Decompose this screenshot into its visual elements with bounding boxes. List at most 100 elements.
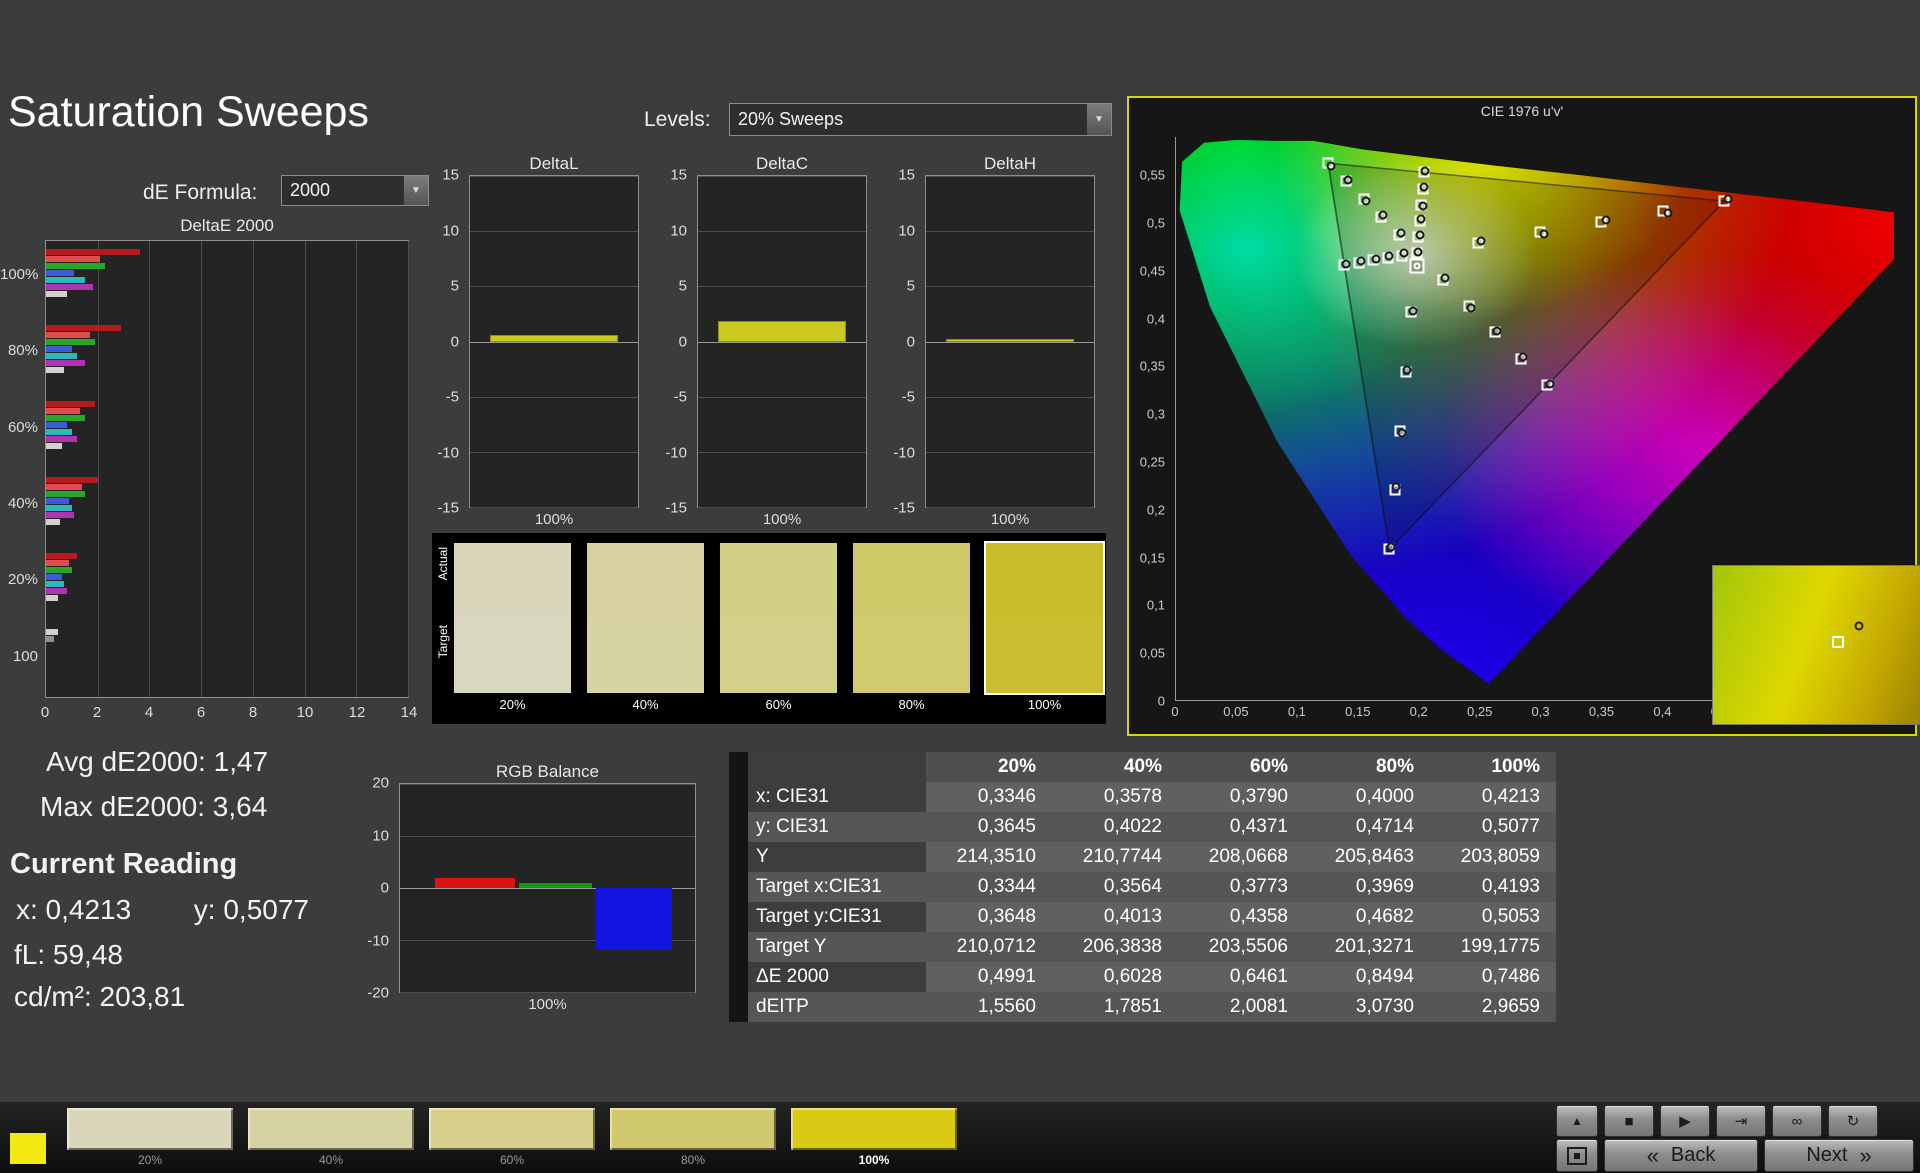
axis-tick: 5	[907, 278, 915, 295]
play-icon[interactable]: ▶	[1660, 1105, 1710, 1137]
actual-color	[720, 543, 837, 618]
deltae-bar	[46, 498, 69, 504]
deltae-group-axis: 100%80%60%40%20%100	[0, 240, 42, 698]
axis-tick: 0,25	[1467, 704, 1492, 719]
loop-icon[interactable]: ∞	[1772, 1105, 1822, 1137]
deltae-bar	[46, 512, 74, 518]
actual-color	[587, 543, 704, 618]
avg-de2000: Avg dE2000: 1,47	[46, 746, 268, 778]
level-item-20%: 20%	[67, 1108, 233, 1167]
deltac-chart: DeltaC 151050-5-10-15 100%	[697, 152, 867, 528]
axis-tick: 10	[898, 222, 915, 239]
deltae-bar	[46, 443, 62, 449]
cie-y-axis: 00,050,10,150,20,250,30,350,40,450,50,55	[1129, 137, 1171, 701]
step-icon[interactable]: ⇥	[1716, 1105, 1766, 1137]
deltae-bar	[46, 367, 64, 373]
deltae-bar	[46, 415, 85, 421]
deltae-bar	[46, 325, 121, 331]
current-cdm2: cd/m²: 203,81	[14, 981, 185, 1013]
current-y: y: 0,5077	[194, 894, 309, 925]
axis-tick: 0,4	[1653, 704, 1671, 719]
window-mode-button[interactable]	[1556, 1139, 1598, 1172]
deltae-bar	[46, 291, 67, 297]
current-point	[1409, 258, 1424, 273]
table-cell: 0,4682	[1304, 902, 1430, 932]
measured-point	[1420, 167, 1429, 176]
axis-tick: -20	[367, 985, 389, 1002]
axis-tick: -15	[437, 500, 459, 517]
deltae-bar	[46, 408, 80, 414]
table-row: Target y:CIE310,36480,40130,43580,46820,…	[748, 902, 1556, 932]
measured-point	[1378, 211, 1387, 220]
deltae-bar	[46, 574, 62, 580]
axis-tick: 0,55	[1140, 168, 1165, 183]
table-cell: 205,8463	[1304, 842, 1430, 872]
table-cell: 0,4213	[1430, 782, 1556, 812]
actual-target-swatch-strip: Actual Target 20%40%60%80%100%	[432, 533, 1106, 724]
gridlines	[698, 176, 866, 507]
level-button-20%[interactable]	[67, 1108, 233, 1150]
axis-tick: 5	[679, 278, 687, 295]
swatch-label: 60%	[720, 697, 837, 712]
table-cell: 201,3271	[1304, 932, 1430, 962]
level-button-40%[interactable]	[248, 1108, 414, 1150]
back-button[interactable]: « Back	[1604, 1139, 1758, 1172]
de-formula-label: dE Formula:	[143, 181, 257, 205]
measured-point	[1663, 209, 1672, 218]
level-button-80%[interactable]	[610, 1108, 776, 1150]
table-cell: 199,1775	[1430, 932, 1556, 962]
axis-tick: 0	[451, 333, 459, 350]
chart-title: RGB Balance	[399, 760, 696, 783]
de-formula-dropdown[interactable]: 2000 ▼	[281, 175, 429, 206]
axis-tick: 8	[249, 704, 257, 721]
deltae-group-label: 60%	[0, 393, 42, 469]
table-cell: 0,3790	[1178, 782, 1304, 812]
table-cell: 0,4022	[1052, 812, 1178, 842]
sweep-swatch-100%	[986, 543, 1103, 693]
levels-label: Levels:	[644, 108, 711, 132]
table-cell: 0,7486	[1430, 962, 1556, 992]
measured-point	[1409, 306, 1418, 315]
deltal-chart: DeltaL 151050-5-10-15 100%	[469, 152, 639, 528]
level-button-100%[interactable]	[791, 1108, 957, 1150]
measured-point	[1398, 428, 1407, 437]
stop-icon[interactable]: ■	[1604, 1105, 1654, 1137]
measured-point	[1477, 237, 1486, 246]
back-chevron-icon: «	[1647, 1143, 1659, 1169]
deltae-bar-group	[46, 393, 408, 469]
deltae-bar-group	[46, 241, 408, 317]
axis-tick: 2	[93, 704, 101, 721]
red-balance-bar	[435, 878, 515, 888]
measured-point	[1342, 259, 1351, 268]
chevron-down-icon[interactable]: ▼	[1086, 104, 1111, 135]
measured-point	[1387, 543, 1396, 552]
measured-point	[1419, 201, 1428, 210]
deltae-bar	[46, 595, 58, 601]
target-color	[853, 618, 970, 693]
deltae-bar	[46, 401, 95, 407]
axis-tick: 0	[679, 333, 687, 350]
deltae-bar	[46, 484, 82, 490]
gridlines	[926, 176, 1094, 507]
table-cell: 2,0081	[1178, 992, 1304, 1022]
refresh-icon[interactable]: ↻	[1828, 1105, 1878, 1137]
levels-dropdown[interactable]: 20% Sweeps ▼	[729, 103, 1112, 136]
axis-tick: -5	[674, 389, 687, 406]
next-button[interactable]: Next »	[1764, 1139, 1914, 1172]
scroll-up-button[interactable]: ▲	[1556, 1105, 1598, 1137]
axis-tick: 0,25	[1140, 455, 1165, 470]
axis-tick: 0,2	[1410, 704, 1428, 719]
measured-point	[1356, 257, 1365, 266]
measured-point	[1399, 249, 1408, 258]
swatch-row	[454, 543, 1103, 693]
table-cell: 203,8059	[1430, 842, 1556, 872]
level-label: 60%	[429, 1153, 595, 1167]
deltae-bar	[46, 429, 72, 435]
target-color	[454, 618, 571, 693]
level-button-60%[interactable]	[429, 1108, 595, 1150]
table-row: ΔE 20000,49910,60280,64610,84940,7486	[748, 962, 1556, 992]
table-row: y: CIE310,36450,40220,43710,47140,5077	[748, 812, 1556, 842]
deltae-bar	[46, 339, 95, 345]
axis-tick: 10	[297, 704, 314, 721]
table-left-strip	[729, 752, 748, 1022]
